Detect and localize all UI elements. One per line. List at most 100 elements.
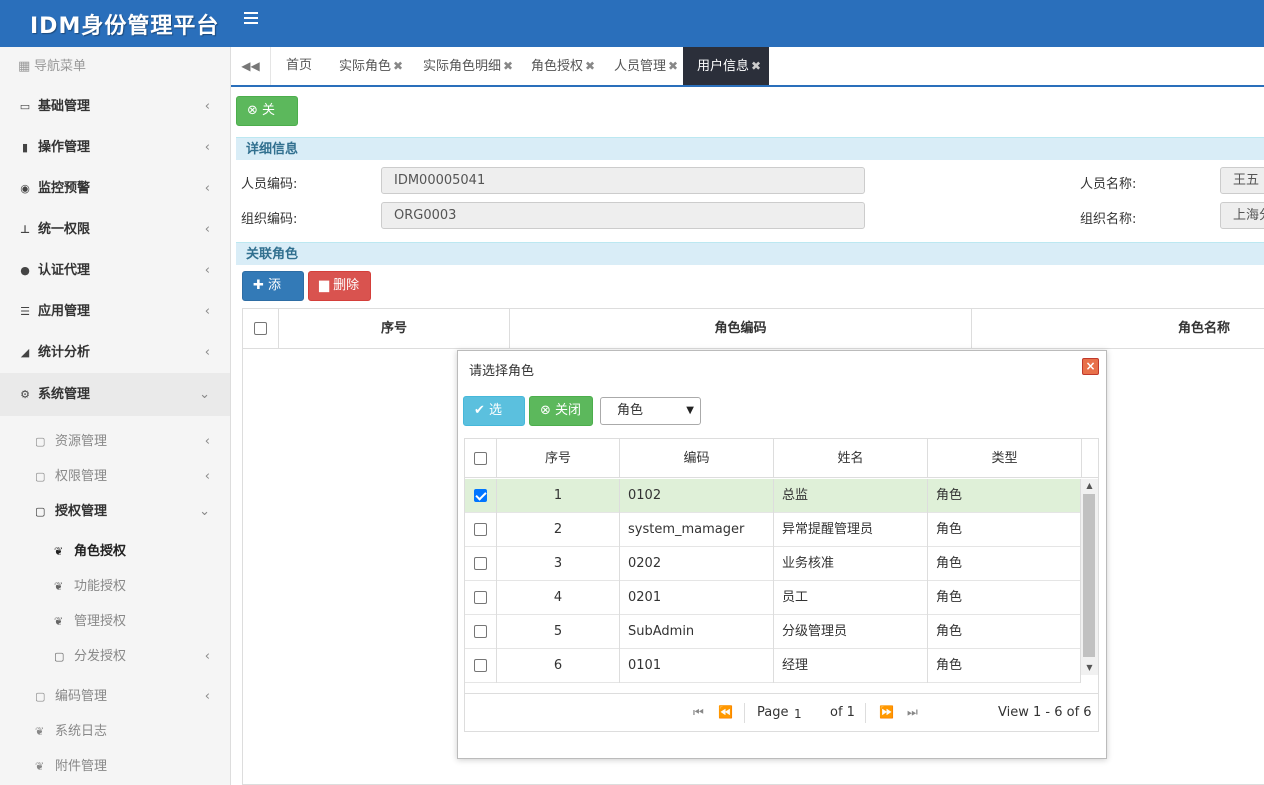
sidebar-item-basic[interactable]: ▭ 基础管理 ‹ bbox=[0, 86, 230, 127]
grid-col-code[interactable]: 编码 bbox=[620, 439, 774, 478]
select-role-dialog: 请选择角色 × ✔ 选择 ⊗ 关闭 角色 ▼ 序号 编码 姓名 类型 1 0102… bbox=[457, 350, 1107, 759]
sidebar-item-rights[interactable]: ▢ 权限管理 ‹ bbox=[0, 459, 230, 494]
sidebar-item-operation[interactable]: ▮ 操作管理 ‹ bbox=[0, 127, 230, 168]
app-title: IDM身份管理平台 bbox=[30, 14, 220, 39]
add-button[interactable]: ✚ 添加 bbox=[242, 271, 304, 321]
person-code-field[interactable]: IDM00005041 bbox=[381, 167, 865, 194]
grid-select-all-checkbox[interactable] bbox=[474, 452, 487, 465]
org-name-field[interactable]: 上海分 bbox=[1220, 202, 1264, 229]
next-page-icon[interactable]: ⏩ bbox=[879, 705, 894, 719]
prev-page-icon[interactable]: ⏪ bbox=[718, 705, 733, 719]
row-checkbox[interactable] bbox=[474, 489, 487, 502]
table-row[interactable]: 3 0202 业务核准 角色 bbox=[465, 547, 1081, 581]
sidebar-item-permission[interactable]: ⊥ 统一权限 ‹ bbox=[0, 209, 230, 250]
col-role-name[interactable]: 角色名称 bbox=[972, 309, 1264, 349]
tab-actual-role-detail[interactable]: 实际角色明细 ✖ bbox=[423, 47, 513, 85]
chevron-left-icon: ‹ bbox=[204, 469, 210, 484]
row-checkbox-cell bbox=[465, 547, 497, 581]
tab-user-info[interactable]: 用户信息 ✖ bbox=[683, 47, 770, 85]
scroll-down-icon[interactable]: ▼ bbox=[1081, 661, 1098, 675]
close-tab-icon[interactable]: ✖ bbox=[503, 59, 513, 73]
org-code-field[interactable]: ORG0003 bbox=[381, 202, 865, 229]
row-checkbox[interactable] bbox=[474, 659, 487, 672]
sidebar-item-attachments[interactable]: ❦ 附件管理 bbox=[0, 749, 230, 784]
role-grid: 序号 编码 姓名 类型 1 0102 总监 角色 2 system_mamage… bbox=[464, 438, 1099, 732]
table-row[interactable]: 6 0101 经理 角色 bbox=[465, 649, 1081, 683]
scroll-up-icon[interactable]: ▲ bbox=[1081, 479, 1098, 493]
type-select[interactable]: 角色 ▼ bbox=[600, 397, 701, 425]
roles-table-header: 序号 角色编码 角色名称 bbox=[243, 309, 1264, 349]
row-checkbox-cell bbox=[465, 615, 497, 649]
grid-scrollbar[interactable]: ▲ ▼ bbox=[1081, 479, 1098, 675]
sidebar-item-apps[interactable]: ☰ 应用管理 ‹ bbox=[0, 291, 230, 332]
folder-icon: ▢ bbox=[35, 435, 46, 448]
sidebar-item-authorization[interactable]: ▢ 授权管理 ⌄ bbox=[0, 494, 230, 529]
table-row[interactable]: 1 0102 总监 角色 bbox=[465, 479, 1081, 513]
folder-icon: ▢ bbox=[54, 650, 65, 663]
row-checkbox[interactable] bbox=[474, 523, 487, 536]
tab-personnel[interactable]: 人员管理 ✖ bbox=[614, 47, 678, 85]
grid-select-all-cell bbox=[465, 439, 497, 478]
row-checkbox[interactable] bbox=[474, 557, 487, 570]
sidebar-item-mgmt-auth[interactable]: ❦ 管理授权 bbox=[0, 604, 230, 639]
scroll-thumb[interactable] bbox=[1083, 494, 1095, 657]
cell-no: 1 bbox=[497, 479, 620, 513]
book-icon: ▮ bbox=[21, 141, 29, 154]
org-code-label: 组织编码: bbox=[241, 212, 298, 227]
close-tab-icon[interactable]: ✖ bbox=[393, 59, 403, 73]
leaf-icon: ❦ bbox=[54, 580, 64, 593]
select-all-checkbox[interactable] bbox=[254, 322, 267, 335]
cell-name: 业务核准 bbox=[774, 547, 928, 581]
grid-col-no[interactable]: 序号 bbox=[497, 439, 620, 478]
close-button[interactable]: ⊗ 关闭 bbox=[236, 96, 298, 146]
dialog-close-button[interactable]: ⊗ 关闭 bbox=[529, 396, 593, 426]
sidebar-item-system[interactable]: ⚙ 系统管理 ⌄ bbox=[0, 373, 230, 416]
page-input[interactable]: 1 bbox=[788, 704, 824, 724]
leaf-icon: ❦ bbox=[54, 615, 64, 628]
grid-col-type[interactable]: 类型 bbox=[928, 439, 1082, 478]
cell-no: 5 bbox=[497, 615, 620, 649]
sidebar-item-stats[interactable]: ◢ 统计分析 ‹ bbox=[0, 332, 230, 373]
sidebar-item-coding[interactable]: ▢ 编码管理 ‹ bbox=[0, 679, 230, 714]
tab-home[interactable]: 首页 bbox=[286, 47, 312, 85]
org-name-label: 组织名称: bbox=[1080, 212, 1137, 227]
gears-icon: ⚙ bbox=[20, 388, 30, 401]
person-name-label: 人员名称: bbox=[1080, 177, 1137, 192]
tab-role-auth[interactable]: 角色授权 ✖ bbox=[531, 47, 595, 85]
close-tab-icon[interactable]: ✖ bbox=[585, 59, 595, 73]
last-page-icon[interactable]: ⏭ bbox=[907, 705, 918, 720]
col-role-code[interactable]: 角色编码 bbox=[510, 309, 972, 349]
table-row[interactable]: 4 0201 员工 角色 bbox=[465, 581, 1081, 615]
col-no[interactable]: 序号 bbox=[279, 309, 510, 349]
row-checkbox[interactable] bbox=[474, 591, 487, 604]
cell-name: 经理 bbox=[774, 649, 928, 683]
table-row[interactable]: 5 SubAdmin 分级管理员 角色 bbox=[465, 615, 1081, 649]
tab-scroll-left-icon[interactable]: ◀◀ bbox=[231, 47, 271, 85]
sidebar-item-dist-auth[interactable]: ▢ 分发授权 ‹ bbox=[0, 639, 230, 674]
dialog-title: 请选择角色 bbox=[469, 364, 535, 379]
delete-button[interactable]: ▆ 删除 bbox=[308, 271, 371, 301]
close-icon[interactable]: × bbox=[1082, 358, 1099, 375]
close-circle-icon: ⊗ bbox=[540, 403, 551, 418]
row-checkbox[interactable] bbox=[474, 625, 487, 638]
role-grid-header: 序号 编码 姓名 类型 bbox=[465, 439, 1098, 478]
sidebar-item-monitor[interactable]: ◉ 监控预警 ‹ bbox=[0, 168, 230, 209]
person-name-field[interactable]: 王五 bbox=[1220, 167, 1264, 194]
tab-actual-role[interactable]: 实际角色 ✖ bbox=[339, 47, 403, 85]
chevron-left-icon: ‹ bbox=[204, 689, 210, 704]
close-tab-icon[interactable]: ✖ bbox=[751, 59, 761, 73]
grid-col-name[interactable]: 姓名 bbox=[774, 439, 928, 478]
sidebar-item-syslog[interactable]: ❦ 系统日志 bbox=[0, 714, 230, 749]
sidebar-item-auth-proxy[interactable]: ● 认证代理 ‹ bbox=[0, 250, 230, 291]
chevron-left-icon: ‹ bbox=[204, 304, 210, 319]
first-page-icon[interactable]: ⏮ bbox=[693, 705, 704, 720]
menu-toggle-icon[interactable] bbox=[244, 12, 258, 27]
sitemap-icon: ⊥ bbox=[19, 223, 31, 236]
sidebar-item-func-auth[interactable]: ❦ 功能授权 bbox=[0, 569, 230, 604]
close-tab-icon[interactable]: ✖ bbox=[668, 59, 678, 73]
sidebar-item-role-auth[interactable]: ❦ 角色授权 bbox=[0, 534, 230, 569]
row-checkbox-cell bbox=[465, 513, 497, 547]
table-row[interactable]: 2 system_mamager 异常提醒管理员 角色 bbox=[465, 513, 1081, 547]
sidebar-item-resource[interactable]: ▢ 资源管理 ‹ bbox=[0, 424, 230, 459]
select-button[interactable]: ✔ 选择 bbox=[463, 396, 525, 446]
